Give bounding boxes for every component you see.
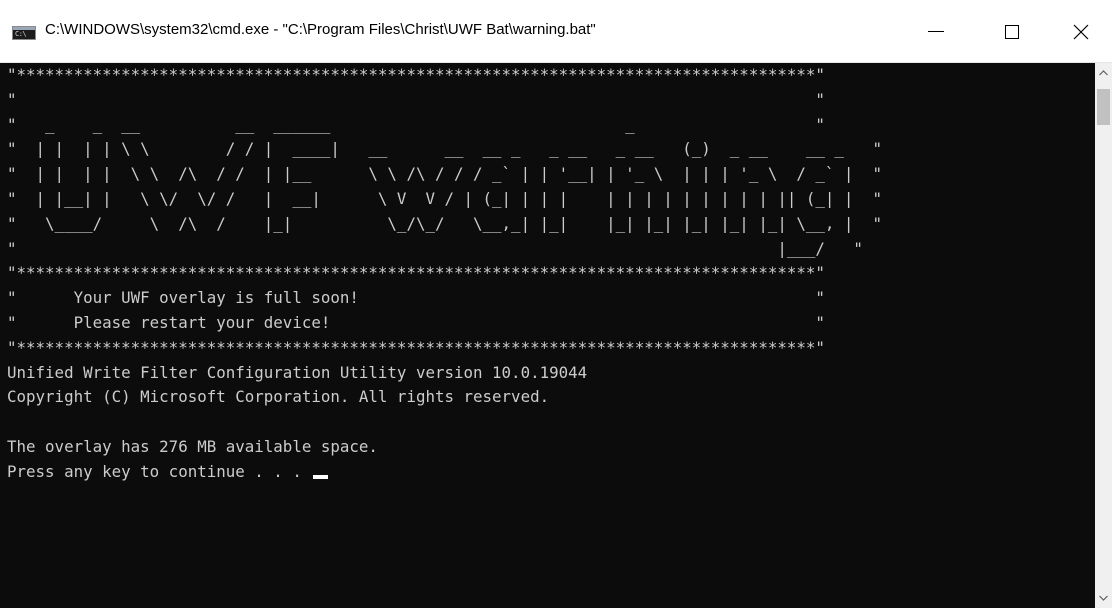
ascii-art-line: " \____/ \ /\ / |_| \_/\_/ \__,_| |_| |_… [7,213,882,233]
ascii-art-line: " |___/ " [7,238,863,258]
cmd-window: C:\ C:\WINDOWS\system32\cmd.exe - "C:\Pr… [0,0,1112,608]
minimize-icon [928,31,944,32]
scrollbar-thumb[interactable] [1097,89,1110,125]
console-output[interactable]: "***************************************… [0,63,1095,608]
minimize-button[interactable] [905,0,967,63]
console-line: The overlay has 276 MB available space. [7,436,378,456]
ascii-art-line: " | |__| | \ \/ \/ / | __| \ V V / | (_|… [7,188,882,208]
window-title: C:\WINDOWS\system32\cmd.exe - "C:\Progra… [45,21,596,38]
close-button[interactable] [1050,0,1112,63]
warning-line: " Please restart your device! " [7,312,825,332]
warning-line: " Your UWF overlay is full soon! " [7,288,825,308]
scroll-down-button[interactable] [1095,588,1112,608]
close-icon [1073,24,1089,39]
console-line: "***************************************… [7,337,825,357]
console-line: " " [7,89,825,109]
maximize-button[interactable] [981,0,1043,63]
text-cursor [313,474,329,479]
console-text: "***************************************… [0,63,1095,485]
scroll-up-button[interactable] [1095,63,1112,83]
ascii-art-line: " _ _ __ __ ______ _ " [7,114,825,134]
chevron-down-icon [1099,595,1108,601]
maximize-icon [1005,24,1019,39]
console-line: Unified Write Filter Configuration Utili… [7,362,588,382]
cmd-icon-text: C:\ [15,30,27,38]
console-line: "***************************************… [7,263,825,283]
chevron-up-icon [1099,70,1108,76]
console-line: Copyright (C) Microsoft Corporation. All… [7,387,550,407]
ascii-art-line: " | | | | \ \ /\ / / | |__ \ \ /\ / / / … [7,164,882,184]
prompt-line: Press any key to continue . . . [7,461,312,481]
ascii-art-line: " | | | | \ \ / / | ____| __ __ __ _ _ _… [7,139,882,159]
console-line: "***************************************… [7,65,825,84]
title-bar[interactable]: C:\ C:\WINDOWS\system32\cmd.exe - "C:\Pr… [0,0,1112,63]
vertical-scrollbar[interactable] [1095,63,1112,608]
cmd-icon[interactable]: C:\ [12,26,36,40]
